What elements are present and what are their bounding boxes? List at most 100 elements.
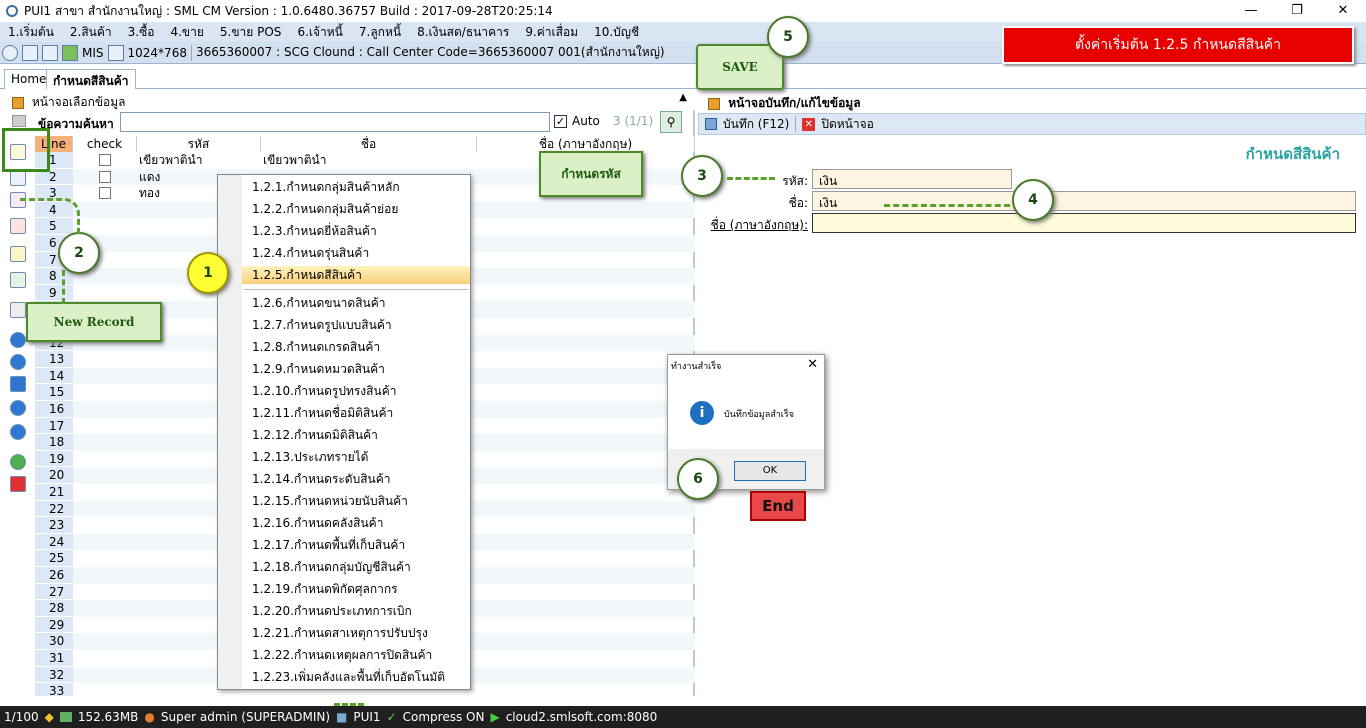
form-title: กำหนดสีสินค้า <box>1245 145 1340 163</box>
pin-icon[interactable]: ▲ <box>679 92 687 103</box>
search-input[interactable] <box>120 112 550 132</box>
name-en-label: ชื่อ (ภาษาอังกฤษ): <box>710 218 808 232</box>
close-icon[interactable]: ✕ <box>1320 0 1366 22</box>
menu-item[interactable]: 2.สินค้า <box>62 23 120 42</box>
new-record-highlight <box>2 128 50 172</box>
fast-forward-icon[interactable] <box>10 376 26 392</box>
db-status: PUI1 <box>353 710 381 724</box>
submenu-item[interactable]: 1.2.18.กำหนดกลุ่มบัญชีสินค้า <box>252 558 411 576</box>
submenu-item[interactable]: 1.2.1.กำหนดกลุ่มสินค้าหลัก <box>252 178 400 196</box>
panel-icon <box>12 96 24 109</box>
tree-icon[interactable] <box>12 115 26 127</box>
row-code: เขียวพาตินำ <box>139 153 203 167</box>
column-header-code[interactable]: รหัส <box>137 136 261 152</box>
auto-checkbox[interactable]: ✓ <box>554 115 567 128</box>
menu-item[interactable]: 8.เงินสด/ธนาคาร <box>409 23 517 42</box>
submenu-item[interactable]: 1.2.17.กำหนดพื้นที่เก็บสินค้า <box>252 536 405 554</box>
save-icon[interactable] <box>705 118 717 130</box>
submenu-item[interactable]: 1.2.20.กำหนดประเภทการเบิก <box>252 602 412 620</box>
submenu-item[interactable]: 1.2.13.ประเภทรายได้ <box>252 448 368 466</box>
submenu-item[interactable]: 1.2.19.กำหนดพิกัดศุลกากร <box>252 580 398 598</box>
submenu-item[interactable]: 1.2.11.กำหนดชื่อมิติสินค้า <box>252 404 393 422</box>
submenu-item[interactable]: 1.2.3.กำหนดยี่ห้อสินค้า <box>252 222 377 240</box>
separator <box>190 44 192 61</box>
row-checkbox[interactable] <box>99 187 111 200</box>
menu-item[interactable]: 5.ขาย POS <box>212 23 290 42</box>
mis-label[interactable]: MIS <box>82 46 104 60</box>
submenu-item[interactable]: 1.2.6.กำหนดขนาดสินค้า <box>252 294 386 312</box>
submenu-dropdown: 1.2.1.กำหนดกลุ่มสินค้าหลัก 1.2.2.กำหนดกลุ… <box>217 174 471 690</box>
memory-icon <box>59 712 72 722</box>
menu-item[interactable]: 4.ขาย <box>162 23 211 42</box>
line-number: 32 <box>35 666 73 684</box>
submenu-item[interactable]: 1.2.16.กำหนดคลังสินค้า <box>252 514 383 532</box>
tab-color-setup[interactable]: กำหนดสีสินค้า <box>46 69 136 89</box>
arrow-up-icon[interactable] <box>10 400 26 416</box>
export-icon[interactable] <box>10 272 26 288</box>
menu-item[interactable]: 1.เริ่มต้น <box>0 23 62 42</box>
submenu-item[interactable]: 1.2.8.กำหนดเกรดสินค้า <box>252 338 380 356</box>
edit-icon[interactable] <box>10 170 26 186</box>
close-panel-icon[interactable] <box>10 476 26 492</box>
arrow-4 <box>884 204 1010 207</box>
monitor-icon <box>107 44 124 61</box>
menu-item[interactable]: 10.บัญชี <box>586 23 647 42</box>
submenu-item[interactable]: 1.2.7.กำหนดรูปแบบสินค้า <box>252 316 392 334</box>
submenu-item[interactable]: 1.2.12.กำหนดมิติสินค้า <box>252 426 378 444</box>
database-icon: ■ <box>336 710 348 724</box>
minimize-icon[interactable]: — <box>1228 0 1274 22</box>
submenu-item[interactable]: 1.2.9.กำหนดหมวดสินค้า <box>252 360 385 378</box>
name-label: ชื่อ: <box>788 196 808 210</box>
code-field[interactable]: เงิน <box>812 169 1012 189</box>
menu-item[interactable]: 6.เจ้าหนี้ <box>289 23 350 42</box>
line-number: 30 <box>35 633 73 650</box>
arrow-left-icon[interactable] <box>10 332 26 348</box>
close-icon[interactable]: ✕ <box>802 117 816 131</box>
line-number: 33 <box>35 683 73 696</box>
submenu-item[interactable]: 1.2.23.เพิ่มคลังและพื้นที่เก็บอัตโนมัติ <box>252 668 445 686</box>
submenu-item[interactable]: 1.2.10.กำหนดรูปทรงสินค้า <box>252 382 396 400</box>
arrow-right-icon[interactable] <box>10 354 26 370</box>
chart-icon[interactable] <box>62 44 78 61</box>
close-screen-button[interactable]: ปิดหน้าจอ <box>821 115 874 134</box>
line-number: 31 <box>35 650 73 667</box>
column-header-check[interactable]: check <box>73 136 137 152</box>
step-banner: ตั้งค่าเริ่มต้น 1.2.5 กำหนดสีสินค้า <box>1002 26 1354 64</box>
clock-icon[interactable] <box>2 44 18 61</box>
lock-icon[interactable] <box>10 246 26 262</box>
submenu-item[interactable]: 1.2.5.กำหนดสีสินค้า <box>242 266 470 284</box>
menu-item[interactable]: 7.ลูกหนี้ <box>351 23 409 42</box>
search-row: ข้อความค้นหา ✓ Auto 3 (1/1) ⚲ <box>0 110 695 134</box>
save-tooltip: SAVE <box>696 44 784 90</box>
name-en-field[interactable] <box>812 213 1356 233</box>
submenu-item[interactable]: 1.2.22.กำหนดเหตุผลการปิดสินค้า <box>252 646 432 664</box>
help-icon[interactable] <box>10 454 26 470</box>
end-marker: End <box>750 491 806 521</box>
title-bar: PUI1 สาขา สำนักงานใหญ่ : SML CM Version … <box>0 0 1366 22</box>
row-checkbox[interactable] <box>99 154 111 166</box>
name-field[interactable]: เงิน <box>812 191 1356 211</box>
calculator-icon[interactable] <box>42 44 58 61</box>
column-header-name-en[interactable]: ชื่อ (ภาษาอังกฤษ) <box>477 136 695 152</box>
submenu-item[interactable]: 1.2.2.กำหนดกลุ่มสินค้าย่อย <box>252 200 398 218</box>
ok-button[interactable]: OK <box>734 461 806 481</box>
line-number: 17 <box>35 417 73 435</box>
menu-item[interactable]: 9.ค่าเสื่อม <box>517 23 586 42</box>
arrow-down-icon[interactable] <box>10 424 26 440</box>
grid-icon[interactable] <box>10 302 26 318</box>
window-icon[interactable] <box>22 44 38 61</box>
menu-item[interactable]: 3.ซื้อ <box>120 23 163 42</box>
row-checkbox[interactable] <box>99 170 111 183</box>
connector-2 <box>62 270 70 304</box>
submenu-item[interactable]: 1.2.15.กำหนดหน่วยนับสินค้า <box>252 492 408 510</box>
submenu-item[interactable]: 1.2.14.กำหนดระดับสินค้า <box>252 470 391 488</box>
submenu-item[interactable]: 1.2.21.กำหนดสาเหตุการปรับปรุง <box>252 624 428 642</box>
line-number: 27 <box>35 583 73 601</box>
dialog-close-icon[interactable]: ✕ <box>807 357 818 372</box>
line-number: 25 <box>35 550 73 567</box>
column-header-name[interactable]: ชื่อ <box>261 136 477 152</box>
search-icon[interactable]: ⚲ <box>660 111 682 133</box>
submenu-item[interactable]: 1.2.4.กำหนดรุ่นสินค้า <box>252 244 369 262</box>
restore-icon[interactable]: ❐ <box>1274 0 1320 22</box>
save-button[interactable]: บันทึก (F12) <box>723 115 789 134</box>
